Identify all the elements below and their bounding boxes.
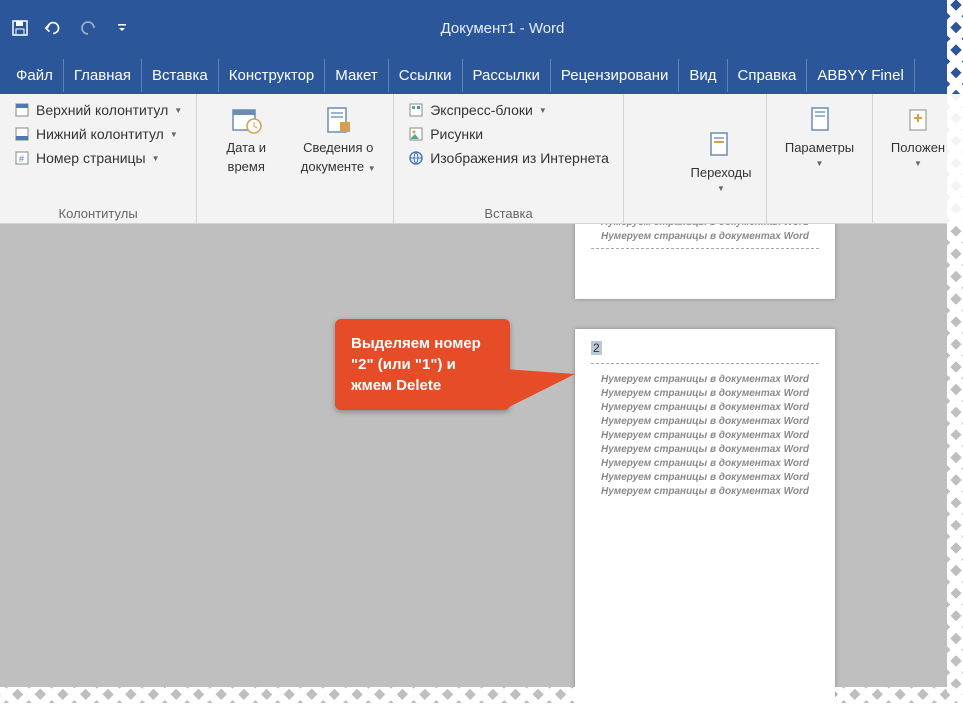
tab-review[interactable]: Рецензировани [551,59,679,92]
title-bar: Документ1 - Word [0,0,963,56]
doc-text-line: Нумеруем страницы в документах Word [591,430,819,441]
group-navigation: Переходы ▼ [624,94,767,223]
position-icon [902,104,934,136]
doc-text-line: Нумеруем страницы в документах Word [591,224,819,228]
header-label: Верхний колонтитул [36,102,168,118]
header-button[interactable]: Верхний колонтитул ▼ [10,100,186,120]
online-pictures-label: Изображения из Интернета [430,150,609,166]
chevron-down-icon: ▼ [816,159,824,168]
chevron-down-icon: ▼ [174,106,182,115]
doc-text-line: Нумеруем страницы в документах Word [591,458,819,469]
doc-text-line: Нумеруем страницы в документах Word [591,402,819,413]
pictures-button[interactable]: Рисунки [404,124,613,144]
navigation-icon [705,129,737,161]
quick-access-toolbar [10,18,132,38]
tab-layout[interactable]: Макет [325,59,388,92]
document-page-1[interactable]: Нумеруем страницы в документах Word Нуме… [575,224,835,299]
header-boundary [591,363,819,364]
page-number-button[interactable]: # Номер страницы ▼ [10,148,186,168]
group-headers-footers: Верхний колонтитул ▼ Нижний колонтитул ▼… [0,94,197,223]
document-page-2[interactable]: 2 Нумеруем страницы в документах Word Ну… [575,329,835,703]
position-label: Положен [891,140,945,155]
position-button[interactable]: Положен ▼ [883,100,953,172]
group-label: Колонтитулы [10,204,186,221]
document-info-icon [322,104,354,136]
tab-home[interactable]: Главная [64,59,142,92]
calendar-icon [230,104,262,136]
svg-text:#: # [19,154,24,164]
footer-label: Нижний колонтитул [36,126,164,142]
footer-button[interactable]: Нижний колонтитул ▼ [10,124,186,144]
doc-text-line: Нумеруем страницы в документах Word [591,231,819,242]
page-number-field[interactable]: 2 [591,341,602,355]
doc-info-label-1: Сведения о [303,140,373,155]
undo-icon[interactable] [44,18,64,38]
pictures-label: Рисунки [430,126,483,142]
tab-references[interactable]: Ссылки [389,59,463,92]
group-options: Параметры ▼ [767,94,873,223]
quick-parts-button[interactable]: Экспресс-блоки ▼ [404,100,613,120]
options-label: Параметры [785,140,854,155]
doc-text-line: Нумеруем страницы в документах Word [591,472,819,483]
options-icon [804,104,836,136]
online-pictures-button[interactable]: Изображения из Интернета [404,148,613,168]
chevron-down-icon: ▼ [170,130,178,139]
doc-info-label-2: документе [301,159,364,174]
footer-boundary [591,248,819,249]
group-insert: Экспресс-блоки ▼ Рисунки Изображения из … [394,94,624,223]
document-workspace[interactable]: Нумеруем страницы в документах Word Нуме… [0,224,963,703]
chevron-down-icon: ▼ [717,184,725,193]
doc-text-line: Нумеруем страницы в документах Word [591,444,819,455]
tab-view[interactable]: Вид [679,59,727,92]
date-time-button[interactable]: Дата и время [207,100,285,219]
tab-file[interactable]: Файл [8,59,64,92]
page-number-label: Номер страницы [36,150,146,166]
date-time-label-1: Дата и [226,140,266,155]
ribbon-tabs: Файл Главная Вставка Конструктор Макет С… [0,56,963,94]
tab-insert[interactable]: Вставка [142,59,219,92]
document-title: Документ1 - Word [132,20,873,37]
group-label: Вставка [404,204,613,221]
doc-text-line: Нумеруем страницы в документах Word [591,374,819,385]
save-icon[interactable] [10,18,30,38]
tab-design[interactable]: Конструктор [219,59,326,92]
annotation-callout: Выделяем номер "2" (или "1") и жмем Dele… [335,319,510,410]
group-position: Положен ▼ [873,94,963,223]
navigation-button[interactable]: Переходы ▼ [682,125,760,197]
group-datetime-info: Дата и время Сведения о документе ▼ [197,94,394,223]
quick-parts-label: Экспресс-блоки [430,102,533,118]
doc-text-line: Нумеруем страницы в документах Word [591,486,819,497]
chevron-down-icon: ▼ [914,159,922,168]
tab-abbyy[interactable]: ABBYY Finel [807,59,914,92]
tab-help[interactable]: Справка [728,59,808,92]
navigation-label: Переходы [691,165,752,180]
chevron-down-icon: ▼ [152,154,160,163]
date-time-label-2: время [228,159,265,174]
chevron-down-icon: ▼ [539,106,547,115]
options-button[interactable]: Параметры ▼ [777,100,862,172]
doc-text-line: Нумеруем страницы в документах Word [591,388,819,399]
ribbon: Верхний колонтитул ▼ Нижний колонтитул ▼… [0,94,963,224]
doc-text-line: Нумеруем страницы в документах Word [591,416,819,427]
qat-dropdown-icon[interactable] [112,18,132,38]
tab-mailings[interactable]: Рассылки [463,59,551,92]
chevron-down-icon: ▼ [368,164,376,173]
redo-icon[interactable] [78,18,98,38]
document-info-button[interactable]: Сведения о документе ▼ [293,100,383,219]
